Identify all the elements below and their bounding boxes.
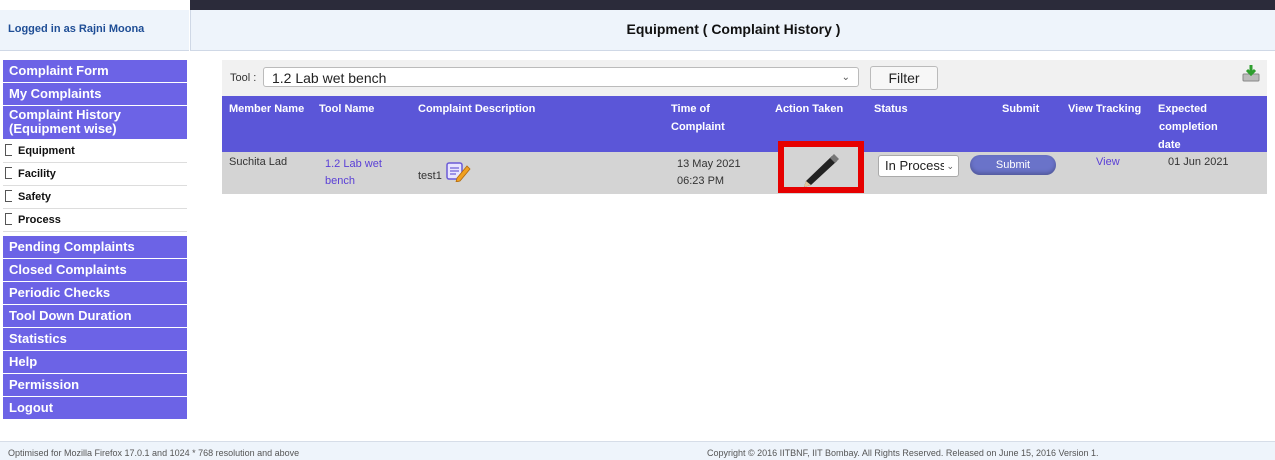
col-time-of-complaint: Time of Complaint	[671, 100, 725, 136]
tool-name-line2: bench	[325, 175, 355, 187]
status-value: In Process	[885, 158, 947, 173]
tool-select-value: 1.2 Lab wet bench	[272, 70, 387, 86]
cell-member-name: Suchita Lad	[229, 156, 288, 168]
sub-item-label: Safety	[18, 191, 52, 203]
cell-tool-name-link[interactable]: 1.2 Lab wet bench	[325, 156, 382, 190]
col-status: Status	[874, 103, 908, 115]
col-expected-line2: completion	[1159, 121, 1218, 133]
nav-complaint-form[interactable]: Complaint Form	[3, 60, 187, 82]
description-text: test1	[418, 170, 442, 182]
col-view-tracking: View Tracking	[1068, 103, 1142, 115]
nav-complaint-history-line2: (Equipment wise)	[9, 121, 117, 136]
filter-button[interactable]: Filter	[870, 66, 938, 90]
sidebar: Complaint Form My Complaints Complaint H…	[3, 60, 187, 420]
col-time-line2: Complaint	[671, 121, 725, 133]
nav-periodic-checks[interactable]: Periodic Checks	[3, 282, 187, 304]
time-clock: 06:23 PM	[677, 175, 725, 187]
col-expected-completion: Expected completion date	[1158, 100, 1218, 154]
tool-select[interactable]: 1.2 Lab wet bench ⌄	[263, 67, 859, 87]
pencil-icon[interactable]	[784, 147, 858, 187]
expand-icon	[5, 213, 12, 226]
sub-item-label: Process	[18, 214, 61, 226]
submit-button[interactable]: Submit	[970, 155, 1056, 175]
cell-expected-date: 01 Jun 2021	[1168, 156, 1229, 168]
footer-browser-note: Optimised for Mozilla Firefox 17.0.1 and…	[8, 448, 300, 458]
action-taken-highlight	[778, 141, 864, 193]
footer-copyright: Copyright © 2016 IITBNF, IIT Bombay. All…	[707, 448, 1099, 458]
table-header: Member Name Tool Name Complaint Descript…	[222, 96, 1267, 152]
nav-complaint-history[interactable]: Complaint History (Equipment wise)	[3, 106, 187, 139]
view-tracking-link[interactable]: View	[1096, 156, 1120, 168]
sub-item-facility[interactable]: Facility	[3, 163, 187, 186]
nav-permission[interactable]: Permission	[3, 374, 187, 396]
logged-in-label: Logged in as Rajni Moona	[8, 23, 145, 35]
col-expected-line3: date	[1158, 139, 1181, 151]
nav-pending-complaints[interactable]: Pending Complaints	[3, 236, 187, 258]
sub-item-label: Equipment	[18, 145, 75, 157]
col-complaint-description: Complaint Description	[418, 103, 536, 115]
tool-label: Tool :	[230, 72, 257, 84]
cell-time: 13 May 2021 06:23 PM	[677, 156, 741, 190]
col-member-name: Member Name	[229, 103, 305, 115]
top-dark-bar	[190, 0, 1275, 10]
col-expected-line1: Expected	[1158, 103, 1207, 115]
col-time-line1: Time of	[671, 103, 710, 115]
nav-my-complaints[interactable]: My Complaints	[3, 83, 187, 105]
download-icon[interactable]	[1241, 64, 1261, 82]
page-header: Equipment ( Complaint History )	[190, 10, 1275, 51]
col-tool-name: Tool Name	[319, 103, 375, 115]
nav-complaint-history-line1: Complaint History	[9, 107, 121, 122]
cell-description: test1	[418, 160, 471, 183]
nav-help[interactable]: Help	[3, 351, 187, 373]
col-action-taken: Action Taken	[775, 103, 844, 115]
edit-note-icon[interactable]	[445, 160, 471, 183]
expand-icon	[5, 167, 12, 180]
footer: Optimised for Mozilla Firefox 17.0.1 and…	[0, 441, 1275, 460]
chevron-down-icon: ⌄	[841, 72, 850, 83]
sub-item-process[interactable]: Process	[3, 209, 187, 232]
tool-name-line1: 1.2 Lab wet	[325, 158, 382, 170]
user-header: Logged in as Rajni Moona	[0, 10, 189, 51]
time-date: 13 May 2021	[677, 158, 741, 170]
nav-statistics[interactable]: Statistics	[3, 328, 187, 350]
nav-tool-down-duration[interactable]: Tool Down Duration	[3, 305, 187, 327]
nav-closed-complaints[interactable]: Closed Complaints	[3, 259, 187, 281]
expand-icon	[5, 190, 12, 203]
sub-item-label: Facility	[18, 168, 56, 180]
chevron-down-icon: ⌄	[944, 156, 954, 176]
filter-bar: Tool : 1.2 Lab wet bench ⌄ Filter	[222, 60, 1267, 96]
main-content: Tool : 1.2 Lab wet bench ⌄ Filter Member…	[222, 60, 1267, 194]
sub-item-equipment[interactable]: Equipment	[3, 140, 187, 163]
col-submit: Submit	[1002, 103, 1040, 115]
expand-icon	[5, 144, 12, 157]
table-row: Suchita Lad 1.2 Lab wet bench test1 13 M…	[222, 141, 1267, 194]
sub-item-safety[interactable]: Safety	[3, 186, 187, 209]
nav-logout[interactable]: Logout	[3, 397, 187, 419]
status-select[interactable]: In Process ⌄	[878, 155, 959, 177]
page-title: Equipment ( Complaint History )	[626, 21, 841, 37]
